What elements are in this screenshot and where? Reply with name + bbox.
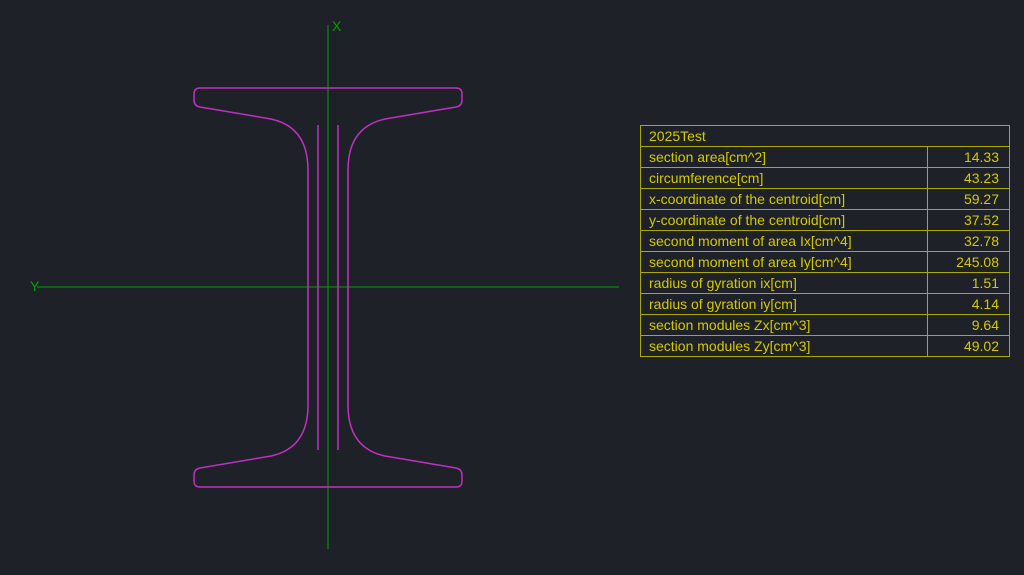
prop-value: 14.33 — [928, 147, 1010, 168]
prop-label: radius of gyration iy[cm] — [641, 294, 928, 315]
prop-label: second moment of area Iy[cm^4] — [641, 252, 928, 273]
x-axis-label: X — [332, 18, 341, 34]
prop-label: circumference[cm] — [641, 168, 928, 189]
prop-label: y-coordinate of the centroid[cm] — [641, 210, 928, 231]
prop-value: 245.08 — [928, 252, 1010, 273]
prop-value: 37.52 — [928, 210, 1010, 231]
table-row: x-coordinate of the centroid[cm] 59.27 — [641, 189, 1010, 210]
prop-value: 1.51 — [928, 273, 1010, 294]
prop-label: section modules Zx[cm^3] — [641, 315, 928, 336]
prop-value: 49.02 — [928, 336, 1010, 357]
table-row: y-coordinate of the centroid[cm] 37.52 — [641, 210, 1010, 231]
y-axis-label: Y — [30, 278, 39, 294]
table-row: section modules Zy[cm^3] 49.02 — [641, 336, 1010, 357]
prop-value: 59.27 — [928, 189, 1010, 210]
table-row: radius of gyration ix[cm] 1.51 — [641, 273, 1010, 294]
table-row: section area[cm^2] 14.33 — [641, 147, 1010, 168]
prop-label: x-coordinate of the centroid[cm] — [641, 189, 928, 210]
prop-label: section modules Zy[cm^3] — [641, 336, 928, 357]
table-row: second moment of area Iy[cm^4] 245.08 — [641, 252, 1010, 273]
table-row: section modules Zx[cm^3] 9.64 — [641, 315, 1010, 336]
table-row: second moment of area Ix[cm^4] 32.78 — [641, 231, 1010, 252]
prop-value: 9.64 — [928, 315, 1010, 336]
cad-canvas[interactable]: X Y 2025Test section area[cm^2] 14.33 ci… — [0, 0, 1024, 575]
prop-label: radius of gyration ix[cm] — [641, 273, 928, 294]
prop-label: second moment of area Ix[cm^4] — [641, 231, 928, 252]
prop-value: 43.23 — [928, 168, 1010, 189]
table-row: circumference[cm] 43.23 — [641, 168, 1010, 189]
prop-value: 32.78 — [928, 231, 1010, 252]
section-properties-table: 2025Test section area[cm^2] 14.33 circum… — [640, 125, 1010, 357]
table-title-row: 2025Test — [641, 126, 1010, 147]
prop-label: section area[cm^2] — [641, 147, 928, 168]
table-row: radius of gyration iy[cm] 4.14 — [641, 294, 1010, 315]
table-title: 2025Test — [641, 126, 1010, 147]
prop-value: 4.14 — [928, 294, 1010, 315]
